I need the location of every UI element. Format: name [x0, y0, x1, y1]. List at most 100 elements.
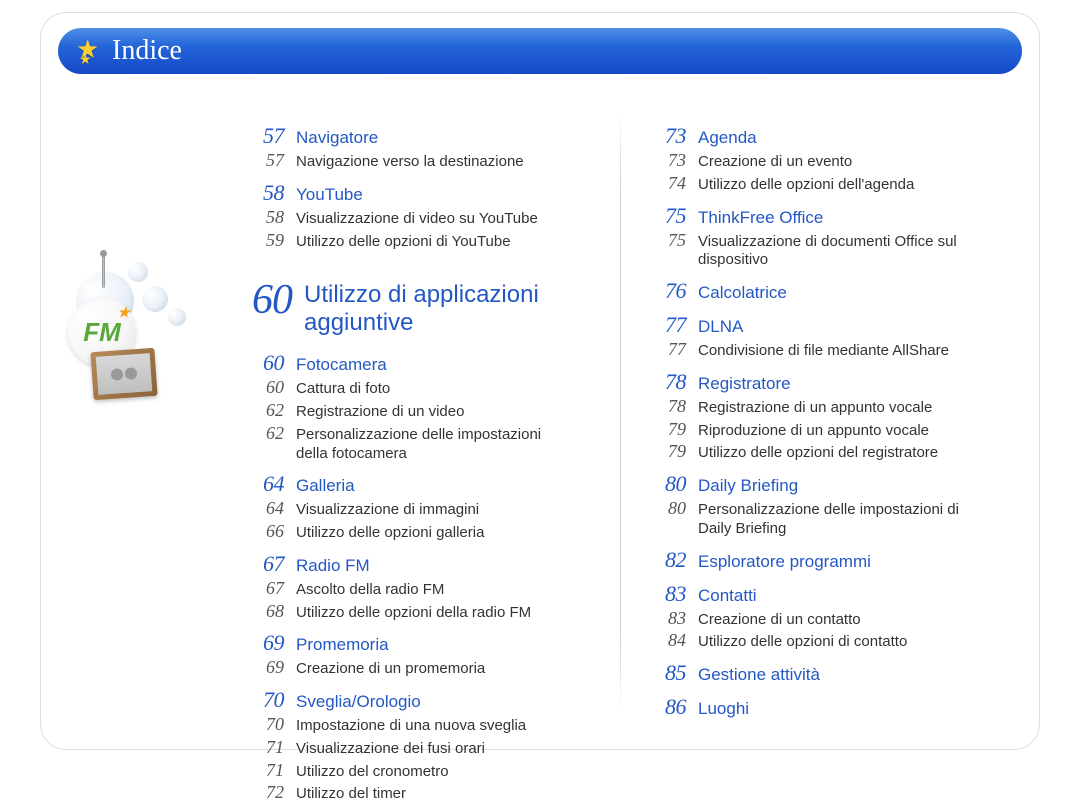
toc-section-page: 86	[648, 694, 698, 720]
bubble-icon	[142, 286, 168, 312]
toc-subitem[interactable]: 71Visualizzazione dei fusi orari	[246, 737, 592, 759]
toc-subitem[interactable]: 74Utilizzo delle opzioni dell'agenda	[648, 173, 994, 195]
toc-subitem-page: 77	[648, 339, 698, 360]
toc-section-heading[interactable]: 57Navigatore	[246, 123, 592, 149]
toc-section-page: 78	[648, 369, 698, 395]
toc-section-page: 67	[246, 551, 296, 577]
toc-subitem-page: 83	[648, 608, 698, 629]
toc-section-page: 64	[246, 471, 296, 497]
toc-subitem[interactable]: 79Utilizzo delle opzioni del registrator…	[648, 441, 994, 463]
toc-section-page: 70	[246, 687, 296, 713]
toc-subitem-label: Creazione di un promemoria	[296, 660, 485, 679]
toc-section: 85Gestione attività	[648, 660, 994, 686]
toc-subitem[interactable]: 67Ascolto della radio FM	[246, 578, 592, 600]
toc-column-left: 57Navigatore57Navigazione verso la desti…	[218, 90, 620, 734]
toc-section-heading[interactable]: 86Luoghi	[648, 694, 994, 720]
toc-section-heading[interactable]: 70Sveglia/Orologio	[246, 687, 592, 713]
toc-section: 76Calcolatrice	[648, 278, 994, 304]
toc-subitem[interactable]: 80Personalizzazione delle impostazioni d…	[648, 498, 994, 539]
toc-section-heading[interactable]: 76Calcolatrice	[648, 278, 994, 304]
toc-subitem-label: Condivisione di file mediante AllShare	[698, 342, 949, 361]
toc-subitem-label: Cattura di foto	[296, 380, 390, 399]
toc-section: 58YouTube58Visualizzazione di video su Y…	[246, 180, 592, 252]
toc-section-heading[interactable]: 85Gestione attività	[648, 660, 994, 686]
toc-subitem[interactable]: 69Creazione di un promemoria	[246, 657, 592, 679]
toc-subitem-page: 68	[246, 601, 296, 622]
toc-section: 64Galleria64Visualizzazione di immagini6…	[246, 471, 592, 543]
toc-section-label: Galleria	[296, 476, 355, 496]
toc-section-label: Daily Briefing	[698, 476, 798, 496]
toc-subitem[interactable]: 62Registrazione di un video	[246, 400, 592, 422]
toc-subitem[interactable]: 60Cattura di foto	[246, 377, 592, 399]
toc-subitem[interactable]: 58Visualizzazione di video su YouTube	[246, 207, 592, 229]
toc-section-page: 75	[648, 203, 698, 229]
toc-section-label: Agenda	[698, 128, 757, 148]
toc-subitem[interactable]: 68Utilizzo delle opzioni della radio FM	[246, 601, 592, 623]
toc-section-page: 83	[648, 581, 698, 607]
toc-section-heading[interactable]: 64Galleria	[246, 471, 592, 497]
toc-subitem-page: 62	[246, 400, 296, 421]
toc-subitem[interactable]: 79Riproduzione di un appunto vocale	[648, 419, 994, 441]
toc-subitem-page: 58	[246, 207, 296, 228]
fm-label: FM	[83, 317, 121, 348]
toc-subitem[interactable]: 78Registrazione di un appunto vocale	[648, 396, 994, 418]
toc-subitem[interactable]: 62Personalizzazione delle impostazioni d…	[246, 423, 592, 464]
toc-subitem[interactable]: 73Creazione di un evento	[648, 150, 994, 172]
toc-section-page: 57	[246, 123, 296, 149]
toc-subitem-page: 73	[648, 150, 698, 171]
toc-section-heading[interactable]: 82Esploratore programmi	[648, 547, 994, 573]
toc-subitem-page: 60	[246, 377, 296, 398]
toc-subitem-label: Visualizzazione di documenti Office sul …	[698, 233, 978, 271]
toc-subitem[interactable]: 72Utilizzo del timer	[246, 782, 592, 804]
toc-section-heading[interactable]: 73Agenda	[648, 123, 994, 149]
toc-section-page: 69	[246, 630, 296, 656]
toc-section-heading[interactable]: 75ThinkFree Office	[648, 203, 994, 229]
toc-subitem[interactable]: 71Utilizzo del cronometro	[246, 760, 592, 782]
toc-subitem[interactable]: 77Condivisione di file mediante AllShare	[648, 339, 994, 361]
toc-subitem-label: Personalizzazione delle impostazioni del…	[296, 426, 576, 464]
toc-subitem[interactable]: 64Visualizzazione di immagini	[246, 498, 592, 520]
toc-section-label: Registratore	[698, 374, 791, 394]
toc-subitem[interactable]: 57Navigazione verso la destinazione	[246, 150, 592, 172]
toc-subitem-label: Registrazione di un appunto vocale	[698, 399, 932, 418]
toc-subitem[interactable]: 59Utilizzo delle opzioni di YouTube	[246, 230, 592, 252]
toc-subitem-label: Utilizzo del cronometro	[296, 763, 449, 782]
toc-section: 75ThinkFree Office75Visualizzazione di d…	[648, 203, 994, 271]
toc-section-heading[interactable]: 60Fotocamera	[246, 350, 592, 376]
toc-section-heading[interactable]: 78Registratore	[648, 369, 994, 395]
toc-section-label: YouTube	[296, 185, 363, 205]
toc-subitem[interactable]: 75Visualizzazione di documenti Office su…	[648, 230, 994, 271]
toc-section: 69Promemoria69Creazione di un promemoria	[246, 630, 592, 679]
toc-subitem-label: Visualizzazione dei fusi orari	[296, 740, 485, 759]
toc-section-page: 77	[648, 312, 698, 338]
toc-subitem-label: Utilizzo delle opzioni dell'agenda	[698, 176, 914, 195]
toc-section-heading[interactable]: 58YouTube	[246, 180, 592, 206]
toc-section-label: Sveglia/Orologio	[296, 692, 421, 712]
toc-section-heading[interactable]: 67Radio FM	[246, 551, 592, 577]
antenna-icon	[102, 254, 105, 288]
toc-subitem-label: Utilizzo delle opzioni del registratore	[698, 444, 938, 463]
bubble-icon	[128, 262, 148, 282]
toc-subitem[interactable]: 66Utilizzo delle opzioni galleria	[246, 521, 592, 543]
toc-section: 86Luoghi	[648, 694, 994, 720]
toc-section: 70Sveglia/Orologio70Impostazione di una …	[246, 687, 592, 804]
toc-subitem[interactable]: 83Creazione di un contatto	[648, 608, 994, 630]
toc-section-label: DLNA	[698, 317, 743, 337]
toc-chapter-page: 60	[246, 279, 304, 321]
toc-subitem-label: Visualizzazione di video su YouTube	[296, 210, 538, 229]
toc-section-page: 60	[246, 350, 296, 376]
toc-subitem-page: 59	[246, 230, 296, 251]
toc-subitem-page: 75	[648, 230, 698, 251]
toc-subitem-label: Visualizzazione di immagini	[296, 501, 479, 520]
toc-subitem-label: Utilizzo delle opzioni galleria	[296, 524, 484, 543]
toc-subitem[interactable]: 84Utilizzo delle opzioni di contatto	[648, 630, 994, 652]
toc-subitem-page: 64	[246, 498, 296, 519]
toc-subitem[interactable]: 70Impostazione di una nuova sveglia	[246, 714, 592, 736]
toc-section: 73Agenda73Creazione di un evento74Utiliz…	[648, 123, 994, 195]
toc-section-heading[interactable]: 83Contatti	[648, 581, 994, 607]
toc-section-heading[interactable]: 69Promemoria	[246, 630, 592, 656]
toc-chapter[interactable]: 60Utilizzo di applicazioni aggiuntive	[246, 279, 592, 336]
toc-section-heading[interactable]: 77DLNA	[648, 312, 994, 338]
toc-section-heading[interactable]: 80Daily Briefing	[648, 471, 994, 497]
toc-section-label: Fotocamera	[296, 355, 387, 375]
